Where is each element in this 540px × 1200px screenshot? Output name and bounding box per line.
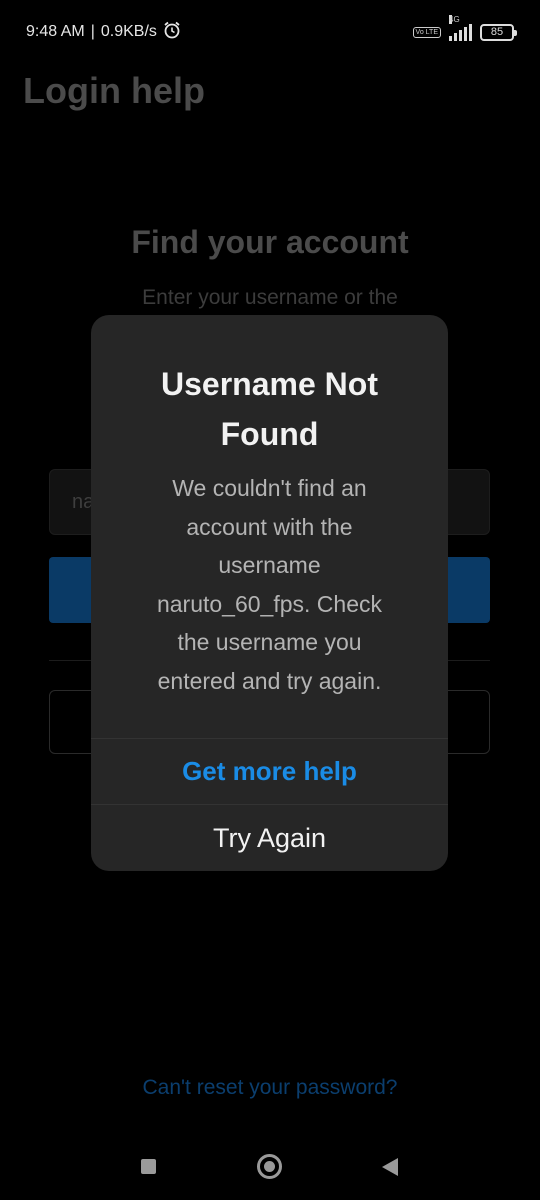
battery-icon: 85 [480,23,517,41]
cant-reset-password-link[interactable]: Can't reset your password? [0,1076,540,1100]
signal-icon: 4G [449,15,472,41]
recents-icon[interactable] [141,1159,156,1174]
alarm-clock-icon [163,21,181,44]
find-account-heading: Find your account [131,224,409,260]
username-not-found-dialog: Username Not Found We couldn't find an a… [91,315,448,871]
network-speed: 0.9KB/s [100,23,157,40]
status-time: 9:48 AM [26,23,85,40]
status-bar: 9:48 AM | 0.9KB/s Vo LTE 4G 85 [0,0,540,64]
try-again-button[interactable]: Try Again [91,805,448,871]
get-more-help-button[interactable]: Get more help [91,739,448,804]
back-icon[interactable] [382,1158,398,1176]
home-icon[interactable] [257,1154,282,1179]
page-title: Login help [23,70,205,111]
find-account-subtitle: Enter your username or the [142,286,398,309]
navigation-bar [0,1140,540,1200]
volte-icon: Vo LTE [412,26,441,38]
status-separator: | [90,23,95,40]
battery-level: 85 [490,25,504,38]
dialog-message: We couldn't find an account with the use… [156,475,383,694]
network-type: 4G [449,15,460,24]
dialog-title: Username Not Found [161,366,378,452]
